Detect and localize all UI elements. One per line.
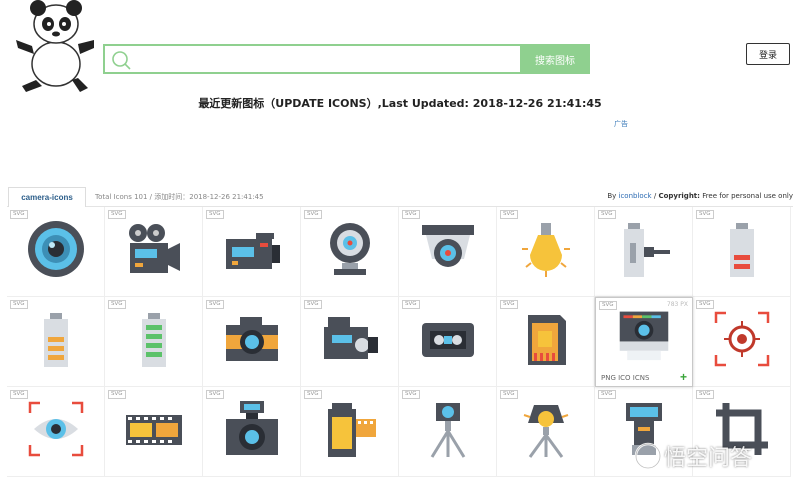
security-camera-icon [422, 225, 474, 267]
icon-cell-film-roll[interactable]: SVG [301, 387, 399, 477]
film-roll-icon [328, 403, 376, 457]
author-link[interactable]: iconblock [619, 192, 652, 200]
login-button[interactable]: 登录 [746, 43, 790, 65]
icon-set-toolbar: camera-icons Total Icons 101 / 添加时间：2018… [7, 187, 793, 208]
tripod-camera-icon [430, 403, 466, 458]
svg-badge: SVG [10, 300, 28, 309]
icon-cell-eye-focus[interactable]: SVG [7, 387, 105, 477]
svg-badge: SVG [206, 300, 224, 309]
studio-light-icon [523, 405, 569, 458]
copyright-label: Copyright: [658, 192, 700, 200]
icon-cell-film-camera[interactable]: SVG [105, 207, 203, 297]
battery-low-icon [730, 223, 754, 277]
credits: By iconblock / Copyright: Free for perso… [607, 192, 793, 200]
svg-badge: SVG [206, 210, 224, 219]
svg-badge: SVG [304, 300, 322, 309]
icon-cell-battery-low[interactable]: SVG [693, 207, 791, 297]
battery-full-icon [142, 313, 166, 367]
icon-cell-film-strip[interactable]: SVG [105, 387, 203, 477]
svg-badge: SVG [304, 210, 322, 219]
svg-badge: SVG [108, 390, 126, 399]
film-strip-icon [126, 415, 182, 445]
page-headline: 最近更新图标（UPDATE ICONS）,Last Updated: 2018-… [198, 97, 602, 110]
icon-cell-webcam[interactable]: SVG [301, 207, 399, 297]
search-box: 搜索图标 [103, 44, 590, 74]
copyright-text: Free for personal use only [702, 192, 793, 200]
cassette-icon [422, 323, 474, 357]
watermark: 悟空问答 [632, 440, 792, 472]
search-button[interactable]: 搜索图标 [520, 44, 590, 74]
svg-badge: SVG [598, 210, 616, 219]
instant-camera-icon [619, 311, 669, 361]
svg-badge: SVG [402, 300, 420, 309]
svg-badge: SVG [696, 300, 714, 309]
svg-badge: SVG [599, 301, 617, 310]
svg-badge: SVG [304, 390, 322, 399]
download-formats[interactable]: PNG ICO ICNS [601, 374, 649, 382]
icon-cell-video-camera[interactable]: SVG [203, 207, 301, 297]
icon-cell-battery-half[interactable]: SVG [7, 297, 105, 387]
icon-cell-battery-charger[interactable]: SVG [595, 207, 693, 297]
add-icon[interactable]: + [680, 370, 687, 384]
tab-camera-icons[interactable]: camera-icons [8, 187, 86, 208]
icon-cell-cassette[interactable]: SVG [399, 297, 497, 387]
svg-badge: SVG [10, 210, 28, 219]
battery-charger-icon [624, 223, 670, 277]
video-camera-icon [226, 233, 280, 269]
search-input[interactable] [137, 46, 517, 72]
photo-camera-icon [226, 317, 278, 361]
icon-cell-memory-card[interactable]: SVG [497, 297, 595, 387]
watermark-text: 悟空问答 [664, 446, 753, 471]
icon-cell-security-camera[interactable]: SVG [399, 207, 497, 297]
svg-badge: SVG [500, 390, 518, 399]
search-icon [112, 51, 131, 70]
memory-card-icon [528, 315, 566, 365]
icon-cell-tripod-camera[interactable]: SVG [399, 387, 497, 477]
icon-cell-camcorder[interactable]: SVG [301, 297, 399, 387]
icon-cell-photo-camera[interactable]: SVG [203, 297, 301, 387]
icon-cell-focus-target[interactable]: SVG [693, 297, 791, 387]
svg-badge: SVG [206, 390, 224, 399]
total-icons-info: Total Icons 101 / 添加时间：2018-12-26 21:41:… [95, 193, 264, 201]
icon-cell-battery-full[interactable]: SVG [105, 297, 203, 387]
svg-badge: SVG [696, 210, 714, 219]
focus-target-icon [714, 311, 770, 367]
svg-badge: SVG [402, 210, 420, 219]
eye-focus-icon [28, 401, 84, 457]
webcam-icon [330, 223, 370, 275]
icon-cell-light-bulb[interactable]: SVG [497, 207, 595, 297]
film-camera-icon [129, 224, 180, 273]
lens-icon [28, 221, 84, 277]
battery-half-icon [44, 313, 68, 367]
icon-cell-lens[interactable]: SVG [7, 207, 105, 297]
ad-label[interactable]: 广告 [614, 119, 628, 129]
svg-badge: SVG [696, 390, 714, 399]
svg-badge: SVG [108, 300, 126, 309]
panda-logo-icon[interactable] [14, 0, 96, 94]
svg-badge: SVG [500, 210, 518, 219]
camera-flash-icon [226, 401, 278, 455]
credits-by: By [607, 192, 617, 200]
svg-badge: SVG [108, 210, 126, 219]
light-bulb-icon [522, 223, 570, 277]
icon-cell-camera-flash[interactable]: SVG [203, 387, 301, 477]
svg-badge: SVG [598, 390, 616, 399]
icon-cell-studio-light[interactable]: SVG [497, 387, 595, 477]
svg-badge: SVG [402, 390, 420, 399]
icon-cell-instant-camera[interactable]: SVG 783 PX PNG ICO ICNS + [595, 297, 693, 387]
credits-separator: / [653, 192, 657, 200]
svg-badge: SVG [500, 300, 518, 309]
camcorder-icon [324, 317, 378, 359]
svg-badge: SVG [10, 390, 28, 399]
watermark-logo-icon [634, 442, 662, 470]
